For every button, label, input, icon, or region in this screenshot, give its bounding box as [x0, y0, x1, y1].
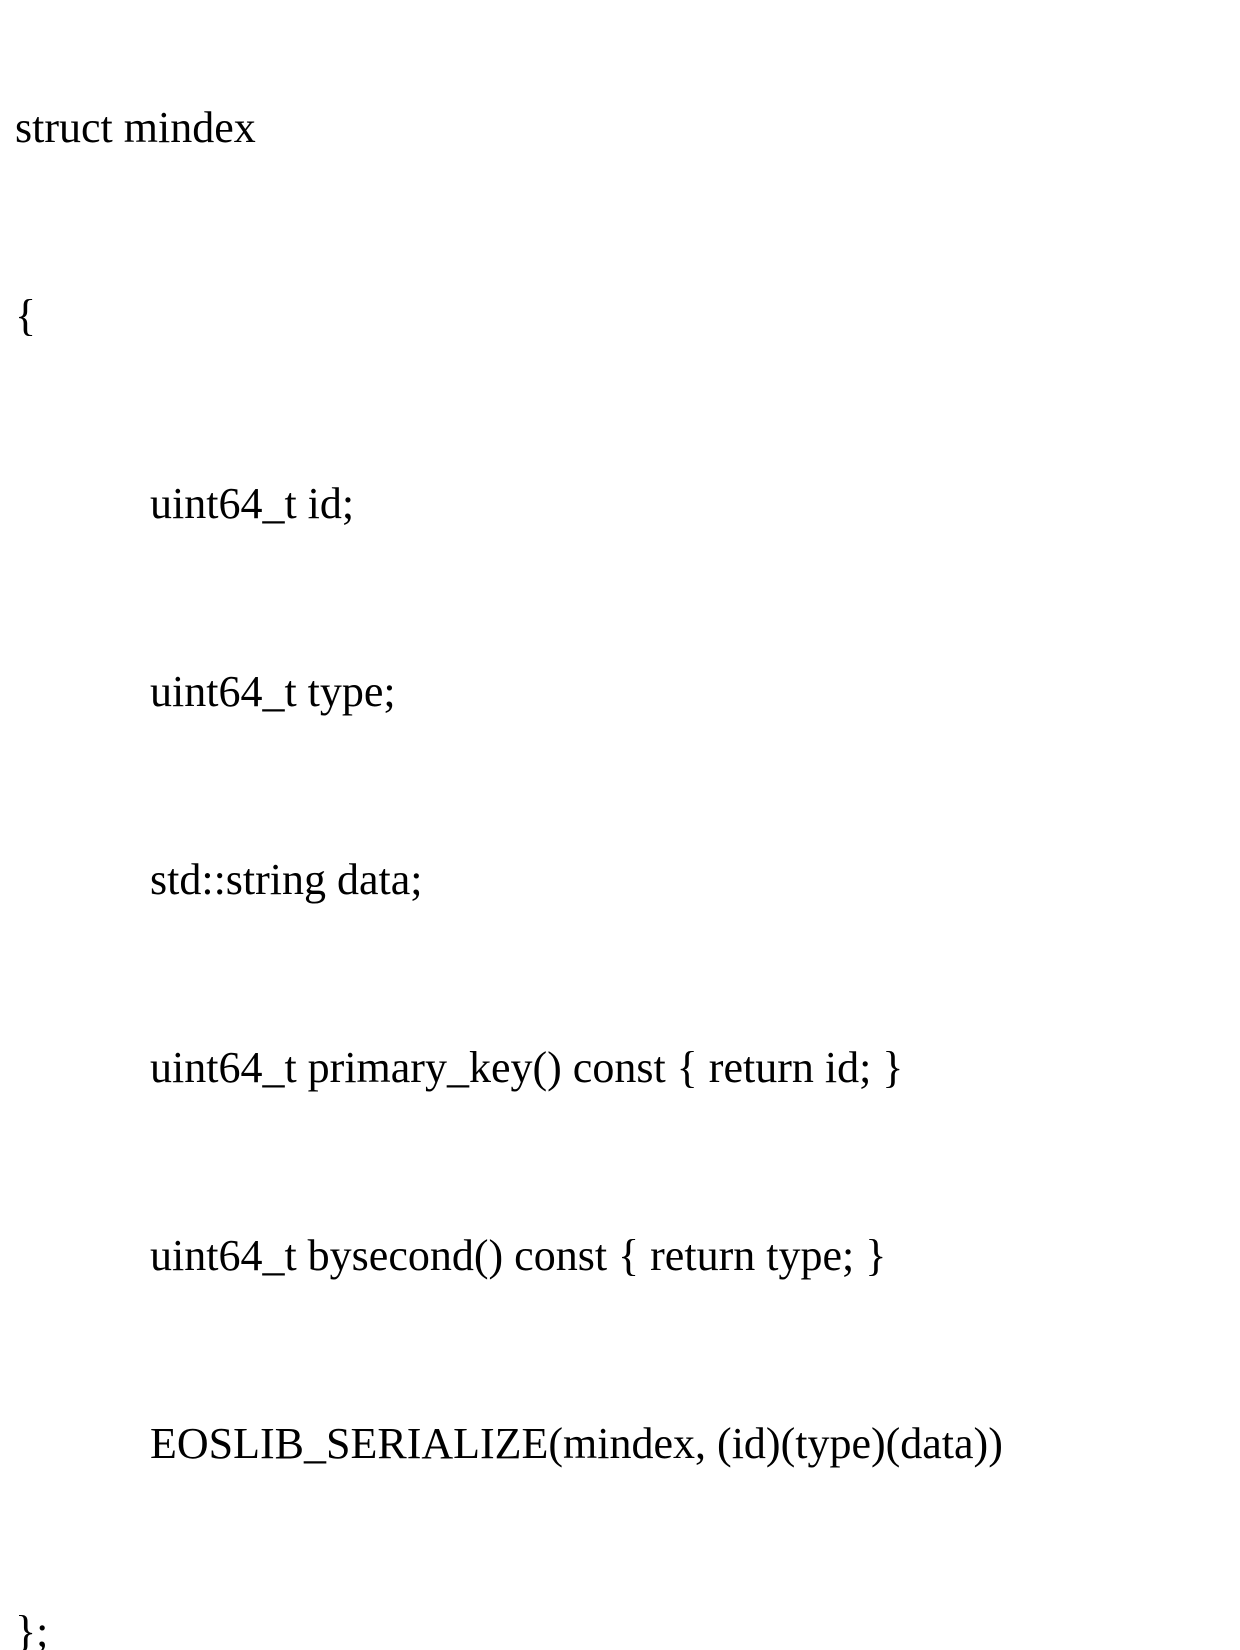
code-line-6: uint64_t primary_key() const { return id…: [15, 1046, 1240, 1090]
code-line-4: uint64_t type;: [15, 670, 1240, 714]
code-snippet: struct mindex { uint64_t id; uint64_t ty…: [0, 0, 1240, 1650]
code-line-7: uint64_t bysecond() const { return type;…: [15, 1234, 1240, 1278]
code-line-9: };: [15, 1610, 1240, 1650]
code-line-2: {: [15, 294, 1240, 338]
code-line-3: uint64_t id;: [15, 482, 1240, 526]
code-line-5: std::string data;: [15, 858, 1240, 902]
code-line-1: struct mindex: [15, 106, 1240, 150]
code-line-8: EOSLIB_SERIALIZE(mindex, (id)(type)(data…: [15, 1422, 1240, 1466]
